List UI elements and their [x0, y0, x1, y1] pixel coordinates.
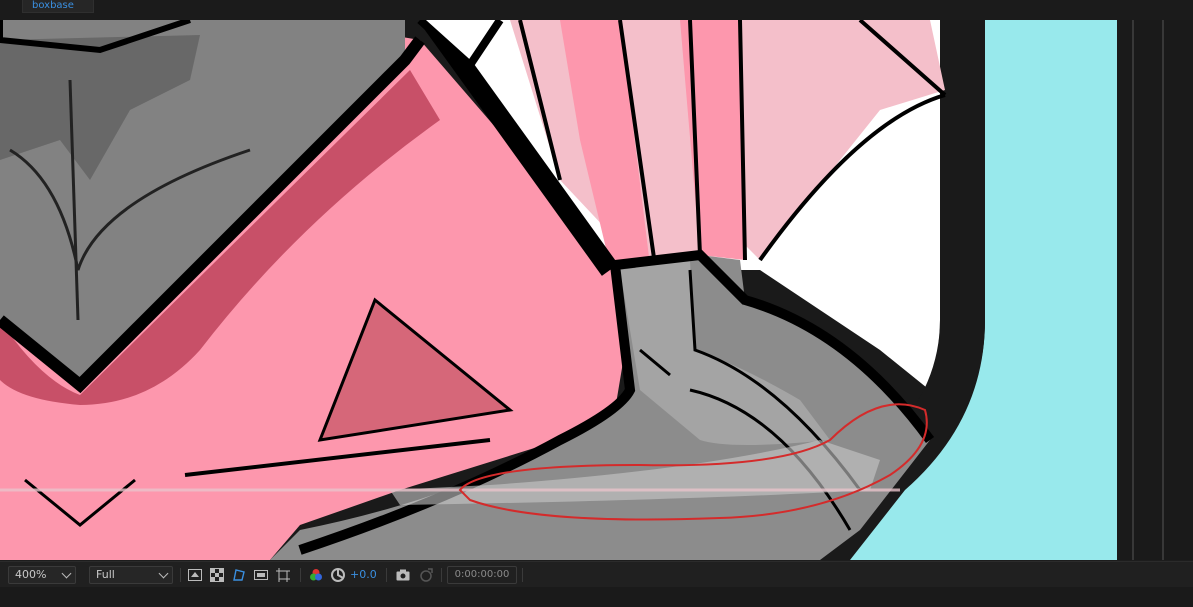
chevron-down-icon [61, 568, 72, 579]
grid-guides-icon[interactable] [275, 567, 291, 583]
composition-tab[interactable]: boxbase [22, 0, 94, 13]
mask-visibility-icon[interactable] [231, 567, 247, 583]
region-of-interest-icon[interactable] [253, 567, 269, 583]
resolution-value: Full [96, 568, 115, 581]
exposure-value[interactable]: +0.0 [350, 566, 377, 584]
viewer-toolbar: 400% Full +0.0 0:00:00:00 [0, 561, 1193, 588]
camera-icon[interactable] [395, 567, 411, 583]
show-snapshot-icon[interactable] [418, 567, 434, 583]
viewer-tab-bar: boxbase [0, 0, 1193, 21]
composition-viewer[interactable] [0, 20, 1193, 560]
color-channels-icon[interactable] [308, 567, 324, 583]
zoom-value: 400% [15, 568, 47, 581]
chevron-down-icon [158, 568, 169, 579]
zoom-dropdown[interactable]: 400% [8, 566, 76, 584]
status-bar [0, 587, 1193, 607]
resolution-dropdown[interactable]: Full [89, 566, 173, 584]
transparency-grid-icon[interactable] [209, 567, 225, 583]
composition-canvas[interactable] [0, 20, 1193, 560]
fast-previews-icon[interactable] [187, 567, 203, 583]
color-management-icon[interactable] [330, 567, 346, 583]
current-time-display[interactable]: 0:00:00:00 [447, 566, 517, 584]
